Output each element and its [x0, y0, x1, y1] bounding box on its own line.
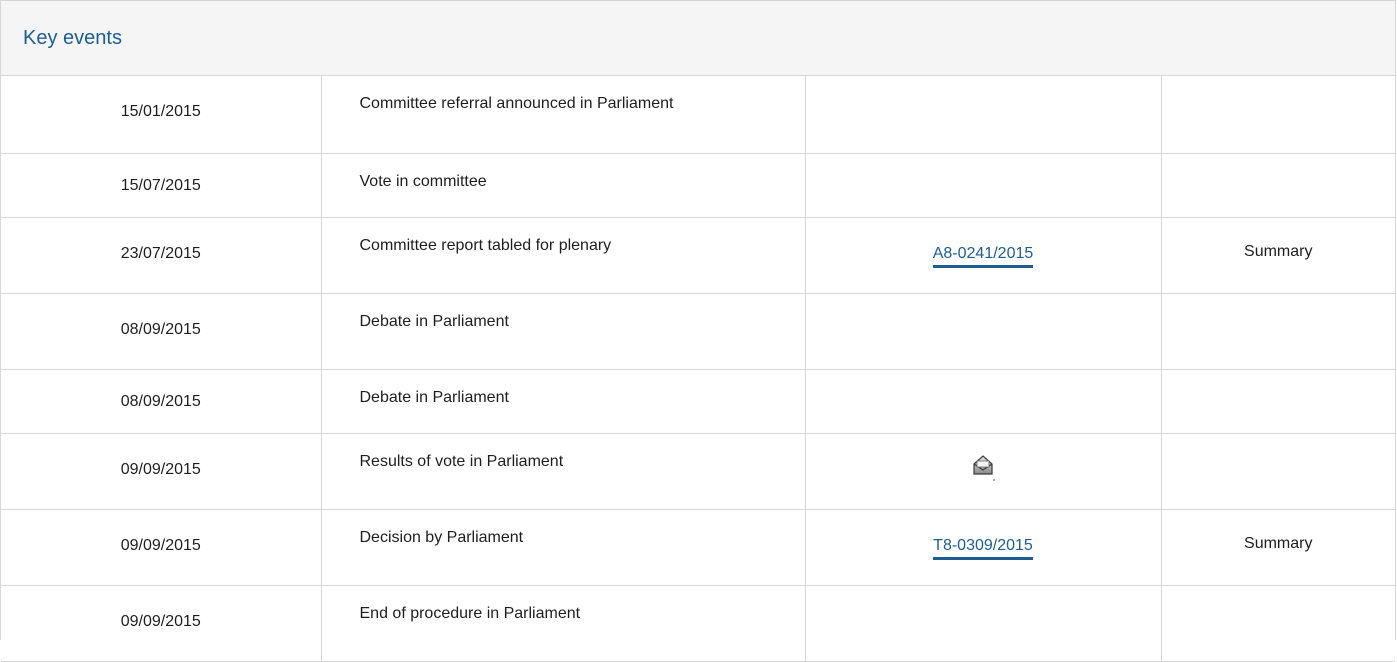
event-summary: [1161, 153, 1395, 218]
event-description: Vote in committee: [321, 153, 806, 218]
event-document: T8-0309/2015: [805, 509, 1162, 586]
event-description: Debate in Parliament: [321, 293, 806, 370]
table-row: 23/07/2015 Committee report tabled for p…: [1, 217, 1395, 294]
event-summary[interactable]: Summary: [1161, 217, 1395, 294]
event-description: Committee referral announced in Parliame…: [321, 76, 806, 154]
document-link-t8-0309-2015[interactable]: T8-0309/2015: [933, 536, 1033, 560]
event-date: 23/07/2015: [1, 217, 322, 294]
document-link-a8-0241-2015[interactable]: A8-0241/2015: [932, 244, 1034, 268]
event-summary[interactable]: Summary: [1161, 509, 1395, 586]
table-row: 15/07/2015 Vote in committee: [1, 153, 1395, 218]
event-document: [805, 433, 1162, 510]
key-events-panel: Key events 15/01/2015 Committee referral…: [0, 0, 1396, 662]
key-events-table: 15/01/2015 Committee referral announced …: [1, 76, 1395, 662]
event-date: 08/09/2015: [1, 293, 322, 370]
event-description: Results of vote in Parliament: [321, 433, 806, 510]
event-summary: [1161, 293, 1395, 370]
table-row: 09/09/2015 Decision by Parliament T8-030…: [1, 509, 1395, 586]
event-date: 08/09/2015: [1, 369, 322, 434]
event-document: A8-0241/2015: [805, 217, 1162, 294]
table-row: 09/09/2015 Results of vote in Parliament: [1, 433, 1395, 510]
event-document: [805, 293, 1162, 370]
event-document: [805, 369, 1162, 434]
table-row: 08/09/2015 Debate in Parliament: [1, 293, 1395, 370]
event-summary: [1161, 76, 1395, 154]
event-date: 09/09/2015: [1, 585, 322, 662]
event-description: Debate in Parliament: [321, 369, 806, 434]
event-date: 09/09/2015: [1, 509, 322, 586]
event-description: End of procedure in Parliament: [321, 585, 806, 662]
event-summary: [1161, 369, 1395, 434]
event-description: Decision by Parliament: [321, 509, 806, 586]
panel-header: Key events: [1, 1, 1395, 76]
event-document: [805, 153, 1162, 218]
event-date: 09/09/2015: [1, 433, 322, 510]
table-row: 09/09/2015 End of procedure in Parliamen…: [1, 585, 1395, 662]
event-date: 15/07/2015: [1, 153, 322, 218]
event-document: [805, 76, 1162, 154]
event-description: Committee report tabled for plenary: [321, 217, 806, 294]
event-summary: [1161, 585, 1395, 662]
table-row: 08/09/2015 Debate in Parliament: [1, 369, 1395, 434]
event-date: 15/01/2015: [1, 76, 322, 154]
panel-title: Key events: [23, 26, 122, 49]
results-envelope-icon[interactable]: [971, 452, 995, 482]
event-summary: [1161, 433, 1395, 510]
table-row: 15/01/2015 Committee referral announced …: [1, 76, 1395, 154]
event-document: [805, 585, 1162, 662]
